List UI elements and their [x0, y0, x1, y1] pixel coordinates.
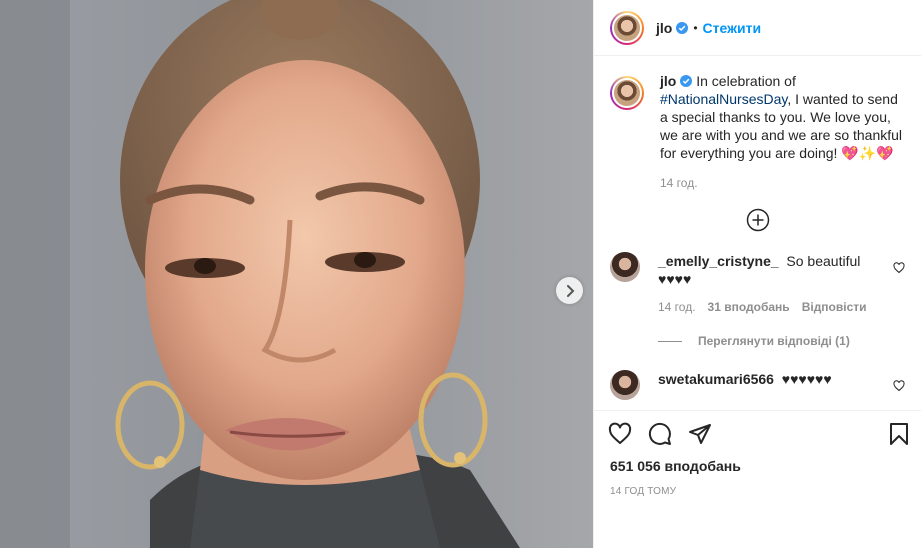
caption-username[interactable]: jlo	[660, 73, 676, 89]
load-more-comments[interactable]	[610, 208, 905, 232]
comment-time[interactable]: 14 год.	[658, 298, 696, 316]
post-side-panel: jlo • Стежити jlo In celebration of #Nat…	[593, 0, 921, 548]
caption-text-start: In celebration of	[696, 73, 796, 89]
follow-button[interactable]: Стежити	[703, 20, 762, 36]
view-replies-button[interactable]: Переглянути відповіді (1)	[658, 334, 905, 348]
caption-author-avatar[interactable]	[610, 76, 644, 110]
commenter-username[interactable]: _emelly_cristyne_	[658, 253, 779, 269]
post-video-frame	[0, 0, 593, 548]
commenter-username[interactable]: swetakumari6566	[658, 371, 774, 387]
plus-circle-icon	[746, 208, 769, 232]
author-username[interactable]: jlo	[656, 20, 672, 36]
verified-badge-icon	[676, 21, 689, 34]
post-timestamp[interactable]: 14 год тому	[594, 486, 921, 497]
caption-text: jlo In celebration of #NationalNursesDay…	[660, 72, 905, 162]
comment-like-heart-icon[interactable]	[893, 262, 905, 274]
comment-icon[interactable]	[648, 422, 672, 446]
comment-like-heart-icon[interactable]	[893, 380, 905, 392]
reply-button[interactable]: Відповісти	[802, 298, 867, 316]
share-icon[interactable]	[688, 422, 712, 446]
replies-divider-line	[658, 340, 682, 342]
comment-meta: 14 год. 31 вподобань Відповісти	[658, 298, 868, 316]
post-header: jlo • Стежити	[594, 0, 921, 56]
bookmark-icon[interactable]	[887, 422, 911, 446]
comment-item: _emelly_cristyne_ So beautiful ♥♥♥♥ 14 г…	[610, 252, 905, 316]
comment-text: swetakumari6566 ♥♥♥♥♥♥	[658, 370, 868, 388]
commenter-avatar[interactable]	[610, 252, 640, 282]
chevron-right-icon	[566, 284, 574, 297]
author-avatar[interactable]	[610, 10, 644, 45]
next-slide-button[interactable]	[556, 277, 583, 304]
comment-likes[interactable]: 31 вподобань	[708, 298, 790, 316]
post-footer: 651 056 вподобань 14 год тому	[594, 456, 921, 548]
view-replies-label: Переглянути відповіді (1)	[698, 334, 850, 348]
commenter-avatar[interactable]	[610, 370, 640, 400]
post-media[interactable]	[0, 0, 593, 548]
comment-content: ♥♥♥♥♥♥	[781, 371, 832, 387]
post: jlo • Стежити jlo In celebration of #Nat…	[0, 0, 921, 548]
heart-icon[interactable]	[608, 422, 632, 446]
comment-item: swetakumari6566 ♥♥♥♥♥♥	[610, 370, 905, 400]
comments-list[interactable]: jlo In celebration of #NationalNursesDay…	[594, 56, 921, 410]
separator-dot: •	[693, 20, 698, 35]
action-bar	[594, 410, 921, 456]
hashtag-link[interactable]: #NationalNursesDay	[660, 91, 787, 107]
verified-badge-icon	[680, 75, 693, 87]
comment-text: _emelly_cristyne_ So beautiful ♥♥♥♥	[658, 252, 868, 288]
post-caption: jlo In celebration of #NationalNursesDay…	[610, 72, 905, 190]
caption-time[interactable]: 14 год.	[660, 176, 905, 190]
likes-count[interactable]: 651 056 вподобань	[594, 458, 921, 474]
